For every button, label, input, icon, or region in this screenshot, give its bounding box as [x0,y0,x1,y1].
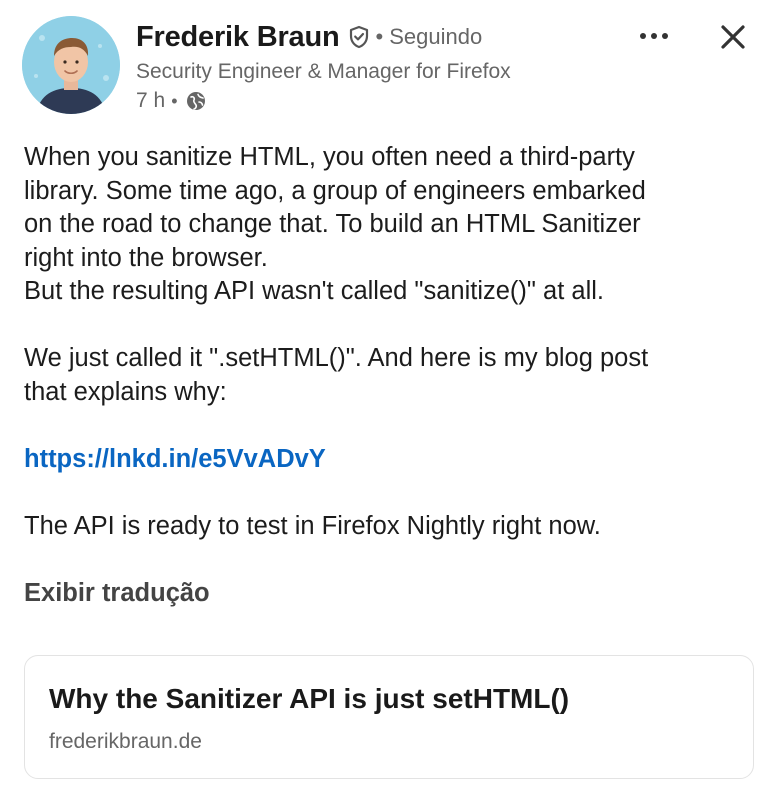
body-line: But the resulting API wasn't called "san… [24,277,605,305]
link-card-title: Why the Sanitizer API is just setHTML() [49,683,570,714]
meta-separator-dot: • [171,90,178,111]
body-link-line: https://lnkd.in/e5VvADvY [24,443,754,477]
author-headline: Security Engineer & Manager for Firefox [136,60,511,83]
post-body: When you sanitize HTML, you often need a… [24,141,754,610]
verified-shield-icon [348,25,370,49]
post-meta: 7 h • [136,86,616,116]
post-time: 7 h [136,89,166,112]
link-preview-card[interactable]: Why the Sanitizer API is just setHTML() … [24,655,754,779]
author-name-row: Frederik Braun • Seguindo [136,18,616,56]
globe-icon [186,91,206,111]
more-options-button[interactable] [632,18,676,54]
post-author-header: Frederik Braun • Seguindo Security Engin… [136,18,616,116]
link-card-domain: frederikbraun.de [49,730,202,753]
body-line: that explains why: [24,377,227,406]
close-button[interactable] [712,16,754,58]
body-line: library. Some time ago, a group of engin… [24,176,646,205]
separator-dot: • [375,24,384,49]
body-line: on the road to change that. To build an … [24,210,641,238]
avatar-illustration [22,16,120,114]
translate-row: Exibir tradução [24,577,754,611]
post-link[interactable]: https://lnkd.in/e5VvADvY [24,443,326,477]
show-translation-button[interactable]: Exibir tradução [24,577,210,611]
body-line: The API is ready to test in Firefox Nigh… [24,511,601,540]
body-line: right into the browser. [24,243,268,272]
author-avatar[interactable] [22,16,120,114]
close-icon [721,25,745,49]
more-horizontal-icon [640,33,668,39]
follow-status[interactable]: Seguindo [389,24,482,50]
author-name[interactable]: Frederik Braun [136,21,340,54]
body-line: We just called it ".setHTML()". And here… [24,344,649,372]
body-line: When you sanitize HTML, you often need a… [24,143,635,171]
